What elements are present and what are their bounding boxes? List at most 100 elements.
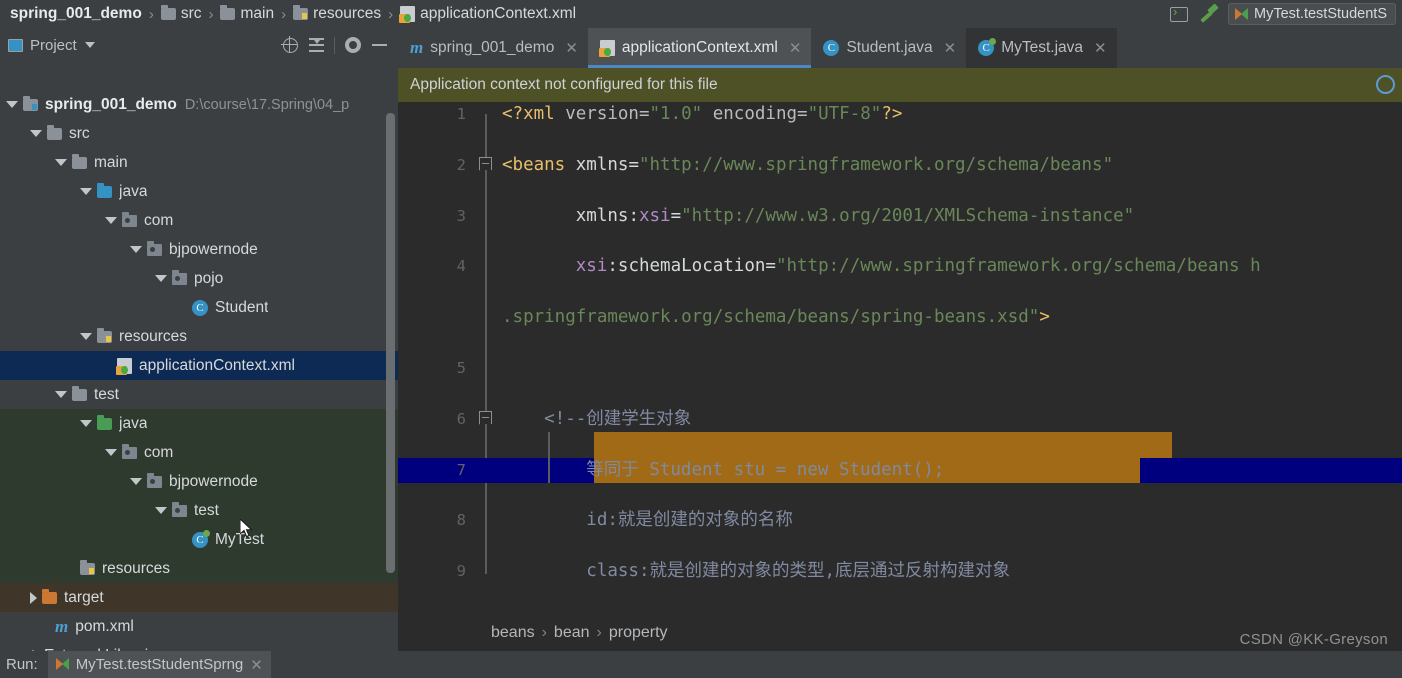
tab-student-java[interactable]: C Student.java ✕ [811,28,967,68]
breadcrumb-bean[interactable]: bean [554,624,590,642]
tree-label: java [119,414,148,432]
package-icon [147,472,162,488]
tree-row-test[interactable]: test [0,380,398,409]
tree-row-mytest-class[interactable]: C MyTest [0,525,398,554]
tree-row-application-context-xml[interactable]: applicationContext.xml [0,351,398,380]
tree-row-test-java[interactable]: java [0,409,398,438]
tree-row-pojo[interactable]: pojo [0,264,398,293]
breadcrumb-label: applicationContext.xml [420,5,577,22]
locate-target-icon[interactable] [277,32,303,58]
tree-row-test-bjpowernode[interactable]: bjpowernode [0,467,398,496]
breadcrumb-separator: › [148,5,154,23]
chevron-down-icon[interactable] [105,217,117,224]
chevron-down-icon[interactable] [80,420,92,427]
run-tool-window-tab[interactable]: Run: MyTest.testStudentSprng ✕ [0,651,271,678]
code-line: <beans xmlns="http://www.springframework… [502,154,1114,175]
code-line: <!--创建学生对象 [502,408,692,429]
breadcrumb-separator: › [208,5,214,23]
terminal-icon[interactable] [1168,4,1190,24]
tree-row-student-class[interactable]: C Student [0,293,398,322]
hide-minus-icon[interactable] [366,32,392,58]
fold-marker[interactable] [479,156,492,170]
folder-icon [220,5,236,20]
test-source-folder-icon [97,414,112,430]
chevron-down-icon[interactable] [55,159,67,166]
chevron-down-icon[interactable] [84,42,95,48]
tree-row-src[interactable]: src [0,119,398,148]
line-number: 1 [456,105,466,123]
tree-label: resources [119,327,188,345]
tree-label: test [194,501,219,519]
chevron-down-icon[interactable] [30,130,42,137]
chevron-down-icon[interactable] [105,449,117,456]
code-line-continuation: .springframework.org/schema/beans/spring… [502,307,1050,328]
chevron-down-icon[interactable] [80,333,92,340]
code-editor[interactable]: 1 <?xml version="1.0" encoding="UTF-8"?>… [398,102,1402,614]
tab-spring-001-demo[interactable]: m spring_001_demo ✕ [398,28,588,68]
chevron-right-icon[interactable] [30,591,37,604]
close-icon[interactable]: ✕ [565,39,578,57]
breadcrumb-separator: › [388,5,394,23]
run-config-icon [1235,7,1249,21]
close-icon[interactable]: ✕ [1094,39,1107,57]
module-folder-icon [23,95,38,111]
tree-row-module[interactable]: spring_001_demo D:\course\17.Spring\04_p [0,90,398,119]
run-configuration-label: MyTest.testStudentS [1254,6,1387,22]
tree-row-target[interactable]: target [0,583,398,612]
project-panel-header: Project [0,28,398,62]
breadcrumb-beans[interactable]: beans [491,624,535,642]
tree-row-com[interactable]: com [0,206,398,235]
tree-row-test-package[interactable]: test [0,496,398,525]
chevron-down-icon[interactable] [130,478,142,485]
settings-gear-icon[interactable] [340,32,366,58]
tab-mytest-java[interactable]: C MyTest.java ✕ [966,28,1117,68]
chevron-down-icon[interactable] [155,275,167,282]
help-circle-icon[interactable] [1376,75,1395,94]
run-configuration-selector[interactable]: MyTest.testStudentS [1228,3,1396,25]
java-test-class-icon: C [192,529,210,548]
tab-application-context-xml[interactable]: applicationContext.xml ✕ [587,28,812,68]
chevron-down-icon[interactable] [6,101,18,108]
watermark: CSDN @KK-Greyson [1239,631,1388,648]
editor-area: m spring_001_demo ✕ applicationContext.x… [398,28,1402,651]
run-configuration-tab[interactable]: MyTest.testStudentSprng ✕ [47,651,271,678]
chevron-down-icon[interactable] [155,507,167,514]
line-number: 5 [456,358,466,377]
close-icon[interactable]: ✕ [944,39,957,57]
tree-row-resources[interactable]: resources [0,322,398,351]
tree-row-bjpowernode[interactable]: bjpowernode [0,235,398,264]
tree-row-test-resources[interactable]: resources [0,554,398,583]
breadcrumb-item-file[interactable]: applicationContext.xml [398,5,578,23]
project-panel-scrollbar[interactable] [386,113,395,573]
tree-label: src [69,124,90,142]
line-number: 6 [456,409,466,428]
code-line: 等同于 Student stu = new Student(); [502,459,945,480]
project-tree[interactable]: spring_001_demo D:\course\17.Spring\04_p… [0,90,398,678]
package-icon [172,501,187,517]
indent-guide [548,432,550,483]
close-icon[interactable]: ✕ [789,39,802,57]
breadcrumb-label: src [180,5,202,22]
tree-row-test-com[interactable]: com [0,438,398,467]
chevron-down-icon[interactable] [55,391,67,398]
close-icon[interactable]: ✕ [250,656,263,674]
breadcrumb-separator: › [281,5,287,23]
chevron-down-icon[interactable] [80,188,92,195]
notification-text: Application context not configured for t… [410,76,718,93]
fold-marker[interactable] [479,410,492,424]
breadcrumb-item-main[interactable]: main [218,5,276,23]
breadcrumb-item-src[interactable]: src [159,5,204,23]
tree-row-main[interactable]: main [0,148,398,177]
tree-row-main-java[interactable]: java [0,177,398,206]
chevron-down-icon[interactable] [130,246,142,253]
folder-icon [47,124,62,140]
collapse-all-icon[interactable] [303,32,329,58]
breadcrumb-item-resources[interactable]: resources [291,5,383,23]
breadcrumb-label: resources [313,5,382,22]
breadcrumb-property[interactable]: property [609,624,668,642]
hammer-icon[interactable] [1198,4,1220,24]
breadcrumb-item-project[interactable]: spring_001_demo [8,5,144,23]
tree-row-pom-xml[interactable]: m pom.xml [0,612,398,641]
tree-label: bjpowernode [169,472,258,490]
xml-file-icon [116,357,132,375]
